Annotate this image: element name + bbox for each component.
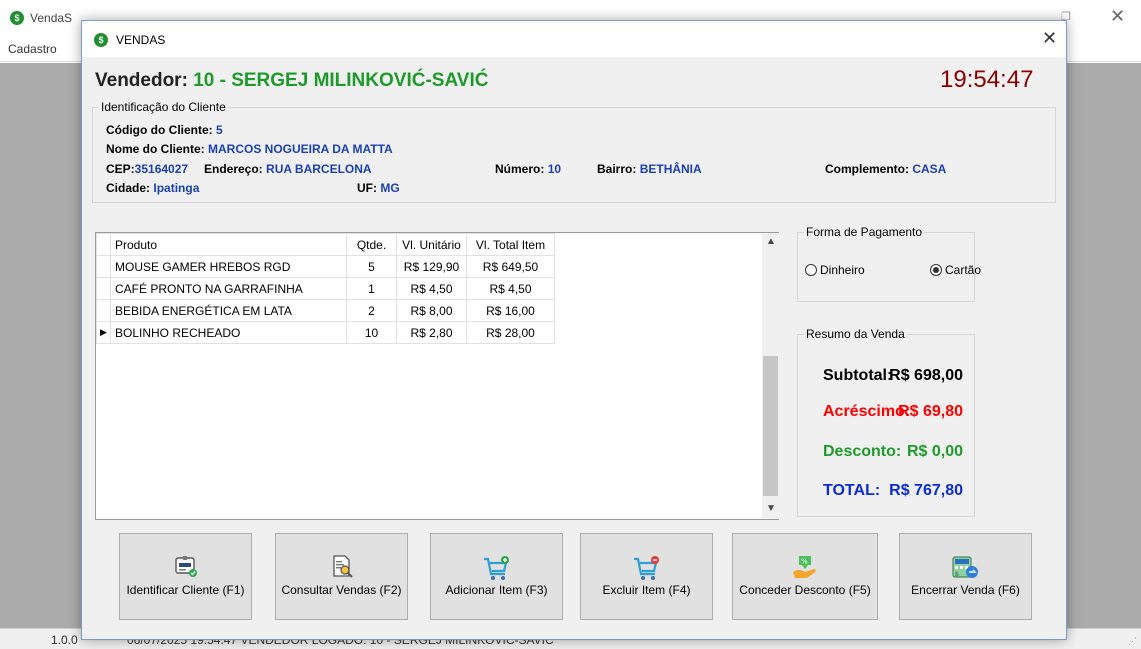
cell-total-item[interactable]: R$ 649,50 — [466, 255, 555, 278]
clock: 19:54:47 — [940, 66, 1034, 93]
cliente-legend: Identificação do Cliente — [99, 100, 228, 114]
dialog-title: VENDAS — [116, 33, 166, 47]
cell-produto[interactable]: BEBIDA ENERGÉTICA EM LATA — [110, 299, 347, 322]
cep-cliente: CEP:35164027 — [106, 162, 189, 176]
numero-cliente: Número: 10 — [495, 162, 562, 176]
cell-total-item[interactable]: R$ 16,00 — [466, 299, 555, 322]
cell-produto[interactable]: BOLINHO RECHEADO — [110, 321, 347, 344]
items-table: Produto Qtde. Vl. Unitário Vl. Total Ite… — [96, 233, 555, 344]
consultar-vendas-label: Consultar Vendas (F2) — [281, 583, 402, 597]
id-card-check-icon — [174, 554, 198, 581]
scroll-up-icon[interactable]: ▲ — [766, 236, 776, 247]
identificar-cliente-label: Identificar Cliente (F1) — [126, 583, 245, 597]
radio-dinheiro-circle[interactable] — [805, 264, 817, 276]
vendedor-label: Vendedor: — [95, 70, 194, 91]
complemento-cliente: Complemento: CASA — [825, 162, 947, 176]
cell-qtde[interactable]: 5 — [346, 255, 397, 278]
table-row[interactable]: BEBIDA ENERGÉTICA EM LATA 2 R$ 8,00 R$ 1… — [96, 299, 555, 322]
vendas-dialog: $ VENDAS ✕ Vendedor: 10 - SERGEJ MILINKO… — [81, 20, 1067, 640]
main-window-title: VendaS — [30, 11, 73, 25]
cell-produto[interactable]: MOUSE GAMER HREBOS RGD — [110, 255, 347, 278]
document-search-icon — [330, 554, 354, 581]
endereco-cliente: Endereço: RUA BARCELONA — [204, 162, 372, 176]
codigo-cliente: Código do Cliente: 5 — [106, 123, 223, 137]
consultar-vendas-button[interactable]: Consultar Vendas (F2) — [275, 533, 408, 620]
cell-unitario[interactable]: R$ 2,80 — [396, 321, 467, 344]
radio-cartao[interactable]: Cartão — [930, 263, 981, 277]
acrescimo-value: R$ 69,80 — [898, 403, 963, 420]
menu-cadastro[interactable]: Cadastro — [8, 42, 57, 56]
cell-total-item[interactable]: R$ 28,00 — [466, 321, 555, 344]
scroll-thumb[interactable] — [763, 356, 778, 496]
row-selector[interactable] — [96, 255, 111, 278]
conceder-desconto-button[interactable]: % Conceder Desconto (F5) — [732, 533, 878, 620]
adicionar-item-button[interactable]: Adicionar Item (F3) — [430, 533, 563, 620]
row-header-corner — [96, 233, 111, 256]
radio-dinheiro-label[interactable]: Dinheiro — [820, 263, 865, 277]
discount-hand-icon: % — [791, 554, 819, 585]
desconto-value: R$ 0,00 — [906, 443, 963, 460]
svg-text:%: % — [801, 558, 808, 566]
encerrar-venda-label: Encerrar Venda (F6) — [911, 583, 1020, 597]
radio-dinheiro[interactable]: Dinheiro — [805, 263, 865, 277]
excluir-item-button[interactable]: Excluir Item (F4) — [580, 533, 713, 620]
table-header-row: Produto Qtde. Vl. Unitário Vl. Total Ite… — [96, 233, 555, 256]
grid-vertical-scrollbar[interactable]: ▲ ▼ — [762, 233, 779, 519]
status-version: 1.0.0 — [51, 633, 78, 647]
resumo-groupbox: Resumo da Venda Subtotal: R$ 698,00 Acré… — [797, 327, 975, 517]
encerrar-venda-button[interactable]: $ Encerrar Venda (F6) — [899, 533, 1032, 620]
scroll-down-icon[interactable]: ▼ — [766, 503, 776, 514]
adicionar-item-label: Adicionar Item (F3) — [445, 583, 548, 597]
row-selector[interactable] — [96, 299, 111, 322]
cell-qtde[interactable]: 1 — [346, 277, 397, 300]
identificar-cliente-button[interactable]: Identificar Cliente (F1) — [119, 533, 252, 620]
table-row[interactable]: CAFÉ PRONTO NA GARRAFINHA 1 R$ 4,50 R$ 4… — [96, 277, 555, 300]
dialog-app-icon: $ — [94, 33, 108, 47]
vendedor-heading: Vendedor: 10 - SERGEJ MILINKOVIĆ-SAVIĆ — [95, 70, 488, 92]
cell-unitario[interactable]: R$ 8,00 — [396, 299, 467, 322]
cell-unitario[interactable]: R$ 129,90 — [396, 255, 467, 278]
calculator-money-icon: $ — [951, 554, 981, 585]
subtotal-value: R$ 698,00 — [889, 367, 963, 384]
nome-cliente: Nome do Cliente: MARCOS NOGUEIRA DA MATT… — [106, 142, 393, 156]
resumo-legend: Resumo da Venda — [804, 327, 907, 341]
cell-total-item[interactable]: R$ 4,50 — [466, 277, 555, 300]
items-grid[interactable]: Produto Qtde. Vl. Unitário Vl. Total Ite… — [95, 232, 779, 520]
current-row-indicator-icon[interactable]: ▶ — [96, 321, 111, 344]
vendedor-value: 10 - SERGEJ MILINKOVIĆ-SAVIĆ — [193, 70, 489, 91]
pagamento-legend: Forma de Pagamento — [804, 225, 925, 239]
radio-cartao-circle[interactable] — [930, 264, 942, 276]
dialog-close-icon[interactable]: ✕ — [1042, 28, 1057, 49]
bairro-cliente: Bairro: BETHÂNIA — [597, 162, 702, 176]
col-header-total-item[interactable]: Vl. Total Item — [466, 233, 555, 256]
main-close-icon[interactable]: ✕ — [1110, 6, 1125, 27]
app-logo-icon: $ — [10, 11, 24, 25]
cell-produto[interactable]: CAFÉ PRONTO NA GARRAFINHA — [110, 277, 347, 300]
conceder-desconto-label: Conceder Desconto (F5) — [739, 583, 871, 597]
cliente-groupbox: Identificação do Cliente Código do Clien… — [92, 100, 1056, 203]
excluir-item-label: Excluir Item (F4) — [602, 583, 691, 597]
cell-unitario[interactable]: R$ 4,50 — [396, 277, 467, 300]
col-header-unitario[interactable]: Vl. Unitário — [396, 233, 467, 256]
table-row[interactable]: ▶ BOLINHO RECHEADO 10 R$ 2,80 R$ 28,00 — [96, 321, 555, 344]
col-header-produto[interactable]: Produto — [110, 233, 347, 256]
dialog-titlebar — [82, 21, 1066, 57]
resize-grip-icon[interactable]: ⋰ — [1128, 636, 1137, 647]
radio-cartao-label[interactable]: Cartão — [945, 263, 981, 277]
pagamento-groupbox: Forma de Pagamento Dinheiro Cartão — [797, 225, 981, 302]
table-row[interactable]: MOUSE GAMER HREBOS RGD 5 R$ 129,90 R$ 64… — [96, 255, 555, 278]
col-header-qtde[interactable]: Qtde. — [346, 233, 397, 256]
total-value: R$ 767,80 — [889, 482, 963, 499]
uf-cliente: UF: MG — [357, 181, 400, 195]
row-selector[interactable] — [96, 277, 111, 300]
cidade-cliente: Cidade: Ipatinga — [106, 181, 200, 195]
cell-qtde[interactable]: 2 — [346, 299, 397, 322]
svg-text:$: $ — [955, 571, 959, 578]
cell-qtde[interactable]: 10 — [346, 321, 397, 344]
